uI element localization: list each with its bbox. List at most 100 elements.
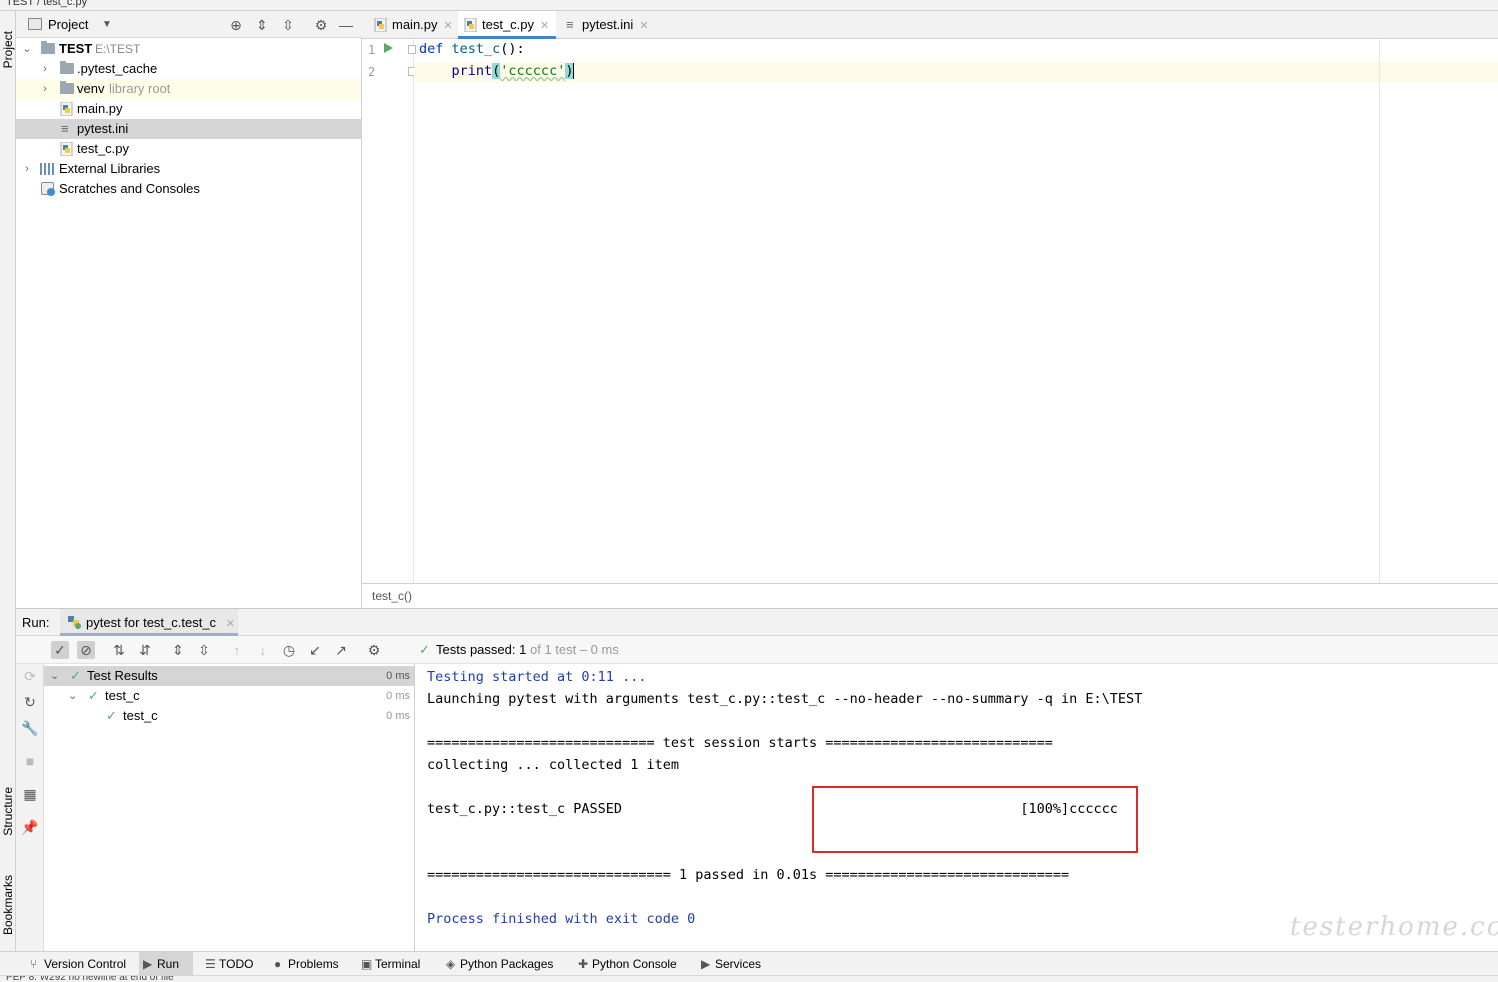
function-name: test_c bbox=[451, 41, 501, 57]
test-results-tree: ⌄ ✓ Test Results 0 ms ⌄ ✓ test_c 0 ms ✓ … bbox=[44, 664, 415, 952]
passed-check-icon: ✓ bbox=[88, 688, 99, 703]
test-results-case[interactable]: ✓ test_c 0 ms bbox=[44, 706, 414, 726]
run-side-toolbar: ▶ ⟳ ↻ 🔧 ■ ▦ 📌 bbox=[16, 636, 44, 952]
collapse-all-icon[interactable]: ⇳ bbox=[280, 17, 296, 33]
project-tool-tab[interactable]: Project bbox=[0, 15, 16, 85]
status-suffix: of 1 test – 0 ms bbox=[529, 642, 619, 657]
locate-icon[interactable]: ⊕ bbox=[228, 17, 244, 33]
test-results-suite[interactable]: ⌄ ✓ test_c 0 ms bbox=[44, 686, 414, 706]
right-margin-guide bbox=[1379, 39, 1380, 583]
export-tests-icon[interactable]: ↗ bbox=[332, 641, 350, 659]
status-prefix: Tests passed: bbox=[436, 642, 516, 657]
bookmarks-tool-tab[interactable]: Bookmarks bbox=[0, 859, 16, 951]
tree-item-venv[interactable]: › venv library root bbox=[16, 79, 361, 99]
tree-item-pytest-cache[interactable]: › .pytest_cache bbox=[16, 59, 361, 79]
chevron-down-icon[interactable]: ⌄ bbox=[21, 39, 33, 59]
keyword: def bbox=[419, 41, 452, 57]
close-icon[interactable]: ✕ bbox=[226, 618, 235, 630]
tab-python-console[interactable]: ✚ Python Console bbox=[574, 952, 677, 976]
sort-duration-icon[interactable]: ⇵ bbox=[136, 641, 154, 659]
minimize-icon[interactable]: — bbox=[338, 17, 354, 33]
editor-gutter: 1 2 bbox=[362, 39, 416, 583]
chevron-right-icon[interactable]: › bbox=[39, 59, 51, 79]
library-icon bbox=[40, 163, 55, 175]
wrench-icon[interactable]: 🔧 bbox=[21, 719, 39, 737]
tree-item-pytest-ini[interactable]: ≡ pytest.ini bbox=[16, 119, 361, 139]
chevron-down-icon[interactable]: ⌄ bbox=[50, 666, 59, 686]
close-icon[interactable]: ✕ bbox=[540, 20, 549, 32]
project-panel-title[interactable]: Project bbox=[48, 11, 88, 38]
tab-label: TODO bbox=[219, 957, 254, 971]
run-console[interactable]: Testing started at 0:11 ... Launching py… bbox=[416, 664, 1498, 952]
close-icon[interactable]: ✕ bbox=[444, 20, 453, 32]
expand-all-icon[interactable]: ⇕ bbox=[169, 641, 187, 659]
tab-run[interactable]: ▶ Run bbox=[139, 952, 193, 976]
tab-python-packages[interactable]: ◈ Python Packages bbox=[442, 952, 553, 976]
next-failed-icon[interactable]: ↓ bbox=[254, 641, 272, 659]
passed-check-icon: ✓ bbox=[70, 668, 81, 683]
editor-tabs: main.py ✕ test_c.py ✕ ≡ pytest.ini ✕ bbox=[362, 11, 1498, 39]
rerun-failed-icon[interactable]: ⟳ bbox=[21, 667, 39, 685]
chevron-down-icon[interactable]: ▼ bbox=[102, 11, 112, 38]
tab-main-py[interactable]: main.py ✕ bbox=[368, 11, 458, 39]
import-tests-icon[interactable]: ↙ bbox=[306, 641, 324, 659]
run-gutter-icon[interactable] bbox=[384, 43, 393, 53]
top-breadcrumb: TEST / test_c.py bbox=[0, 0, 1498, 11]
show-passed-icon[interactable]: ✓ bbox=[51, 641, 69, 659]
python-file-icon bbox=[464, 18, 477, 32]
tab-test-c-py[interactable]: test_c.py ✕ bbox=[458, 11, 556, 39]
tab-pytest-ini[interactable]: ≡ pytest.ini ✕ bbox=[558, 11, 658, 39]
run-config-tab[interactable]: pytest for test_c.test_c ✕ bbox=[60, 609, 238, 636]
collapse-all-icon[interactable]: ⇳ bbox=[195, 641, 213, 659]
tree-item-external-libraries[interactable]: › External Libraries bbox=[16, 159, 361, 179]
chevron-right-icon[interactable]: › bbox=[39, 79, 51, 99]
console-line: Launching pytest with arguments test_c.p… bbox=[427, 691, 1143, 707]
chevron-down-icon[interactable]: ⌄ bbox=[68, 686, 77, 706]
code-line-1[interactable]: def test_c(): bbox=[419, 41, 525, 57]
close-icon[interactable]: ✕ bbox=[639, 20, 648, 32]
pin-icon[interactable]: 📌 bbox=[21, 818, 39, 836]
ini-file-icon: ≡ bbox=[566, 17, 574, 32]
test-duration: 0 ms bbox=[386, 670, 410, 682]
tab-todo[interactable]: ☰ TODO bbox=[201, 952, 253, 976]
tree-item-root[interactable]: ⌄ TEST E:\TEST bbox=[16, 39, 361, 59]
history-icon[interactable]: ◷ bbox=[280, 641, 298, 659]
tree-item-test-c-py[interactable]: test_c.py bbox=[16, 139, 361, 159]
tree-item-main-py[interactable]: main.py bbox=[16, 99, 361, 119]
tab-terminal[interactable]: ▣ Terminal bbox=[357, 952, 420, 976]
python-icon: ✚ bbox=[578, 957, 589, 971]
expand-all-icon[interactable]: ⇕ bbox=[254, 17, 270, 33]
fold-icon[interactable] bbox=[408, 45, 416, 54]
tree-item-scratches[interactable]: Scratches and Consoles bbox=[16, 179, 361, 199]
tree-label: main.py bbox=[77, 101, 123, 116]
gear-icon[interactable]: ⚙ bbox=[313, 17, 329, 33]
layout-icon[interactable]: ▦ bbox=[21, 785, 39, 803]
gear-icon[interactable]: ⚙ bbox=[365, 641, 383, 659]
project-panel-header: Project ▼ ⊕ ⇕ ⇳ ⚙ — bbox=[16, 11, 362, 38]
tree-label: pytest.ini bbox=[77, 121, 129, 136]
tab-problems[interactable]: ● Problems bbox=[270, 952, 339, 976]
project-tool-label: Project bbox=[1, 31, 15, 69]
tab-version-control[interactable]: ⑂ Version Control bbox=[26, 952, 126, 976]
test-results-root[interactable]: ⌄ ✓ Test Results 0 ms bbox=[44, 666, 414, 686]
sort-alpha-icon[interactable]: ⇅ bbox=[110, 641, 128, 659]
tab-label: main.py bbox=[392, 17, 438, 32]
code-line-2[interactable]: print('cccccc') bbox=[419, 63, 575, 79]
tab-label: Run bbox=[157, 957, 180, 971]
stop-icon[interactable]: ■ bbox=[21, 752, 39, 770]
tree-label: TEST bbox=[59, 41, 93, 56]
show-ignored-icon[interactable]: ⊘ bbox=[77, 641, 95, 659]
tab-label: Terminal bbox=[375, 957, 421, 971]
prev-failed-icon[interactable]: ↑ bbox=[228, 641, 246, 659]
editor-breadcrumb[interactable]: test_c() bbox=[362, 583, 1498, 608]
tab-services[interactable]: ▶ Services bbox=[697, 952, 761, 976]
tree-sublabel: library root bbox=[109, 81, 171, 96]
console-line: collecting ... collected 1 item bbox=[427, 757, 679, 773]
run-panel: Run: pytest for test_c.test_c ✕ ▶ ⟳ ↻ 🔧 … bbox=[16, 608, 1498, 952]
code-punct: (): bbox=[500, 41, 525, 57]
toggle-autotest-icon[interactable]: ↻ bbox=[21, 693, 39, 711]
chevron-right-icon[interactable]: › bbox=[21, 159, 33, 179]
tree-label: .pytest_cache bbox=[77, 61, 158, 76]
tab-label: Python Console bbox=[592, 957, 677, 971]
structure-tool-tab[interactable]: Structure bbox=[0, 771, 16, 851]
